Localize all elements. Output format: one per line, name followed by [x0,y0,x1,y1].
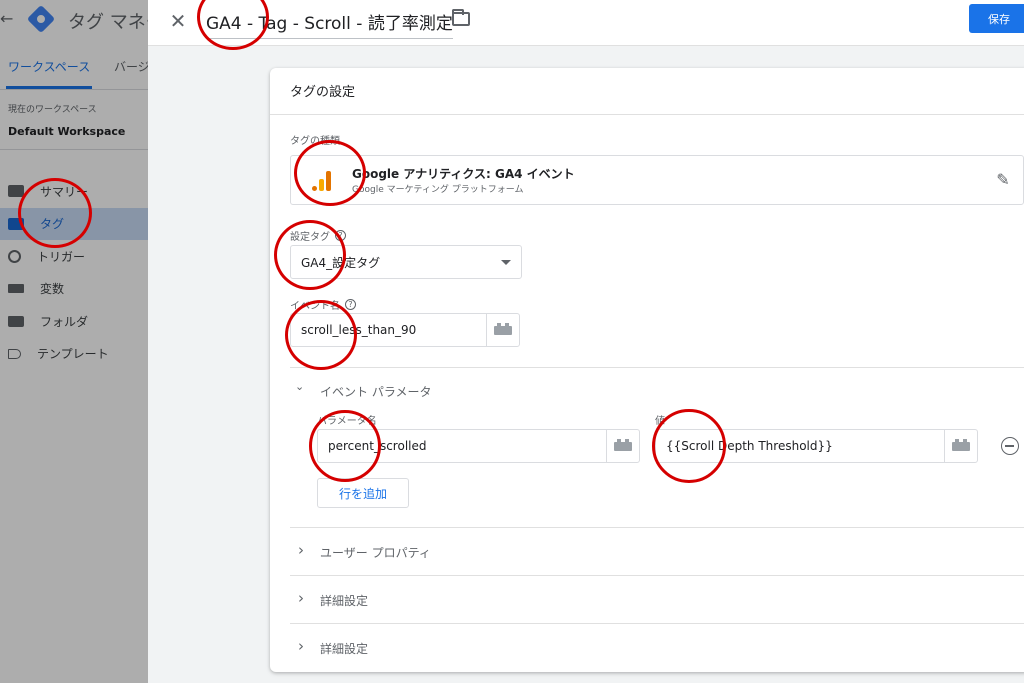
advanced-settings-toggle[interactable]: 詳細設定 [320,592,368,609]
event-name-value: scroll_less_than_90 [301,323,417,337]
remove-row-icon[interactable] [1001,437,1019,455]
edit-pencil-icon[interactable]: ✎ [994,171,1012,189]
param-name-variable-button[interactable] [606,429,640,463]
close-icon[interactable]: ✕ [166,9,190,33]
tag-type-vendor: Google マーケティング プラットフォーム [352,185,524,195]
param-value-input[interactable]: {{Scroll Depth Threshold}} [655,429,945,463]
event-name-input[interactable]: scroll_less_than_90 [290,313,487,347]
event-params-toggle[interactable]: イベント パラメータ [320,383,431,400]
param-name-header: パラメータ名 [317,416,377,427]
chevron-right-icon[interactable]: › [298,541,304,559]
modal-scrim[interactable] [0,0,148,683]
param-value-value: {{Scroll Depth Threshold}} [666,439,833,453]
tag-name-input[interactable]: GA4 - Tag - Scroll - 読了率測定 [206,9,453,39]
variable-block-icon [952,438,970,451]
variable-block-icon [494,322,512,335]
section-divider [290,367,1024,368]
value-header: 値 [655,416,665,427]
folder-icon[interactable] [452,9,470,26]
card-divider [270,114,1024,115]
section-divider [290,527,1024,528]
add-row-button[interactable]: 行を追加 [317,478,409,508]
chevron-right-icon[interactable]: › [298,637,304,655]
config-tag-label-text: 設定タグ [290,232,330,243]
google-analytics-icon [311,169,333,191]
help-icon[interactable]: ? [335,230,346,241]
param-name-input[interactable]: percent_scrolled [317,429,607,463]
param-name-value: percent_scrolled [328,439,427,453]
tag-type-selector[interactable]: Google アナリティクス: GA4 イベント Google マーケティング … [290,155,1024,205]
help-icon[interactable]: ? [345,299,356,310]
tag-type-name: Google アナリティクス: GA4 イベント [352,167,575,181]
section-divider [290,575,1024,576]
config-tag-label: 設定タグ ? [290,228,346,243]
dropdown-caret-icon [501,260,511,265]
panel-header: ✕ GA4 - Tag - Scroll - 読了率測定 保存 [148,0,1024,46]
event-name-variable-button[interactable] [486,313,520,347]
chevron-right-icon[interactable]: › [298,589,304,607]
advanced-settings-toggle-2[interactable]: 詳細設定 [320,640,368,657]
param-value-variable-button[interactable] [944,429,978,463]
card-title: タグの設定 [290,85,356,100]
chevron-down-icon[interactable]: ⌄ [295,380,304,393]
variable-block-icon [614,438,632,451]
tag-type-label: タグの種類 [290,136,340,147]
config-tag-value: GA4_設定タグ [301,255,381,270]
event-name-label-text: イベント名 [290,301,340,312]
save-button[interactable]: 保存 [969,4,1024,33]
event-name-label: イベント名 ? [290,297,356,312]
user-properties-toggle[interactable]: ユーザー プロパティ [320,544,431,561]
config-tag-select[interactable]: GA4_設定タグ [290,245,522,279]
section-divider [290,623,1024,624]
